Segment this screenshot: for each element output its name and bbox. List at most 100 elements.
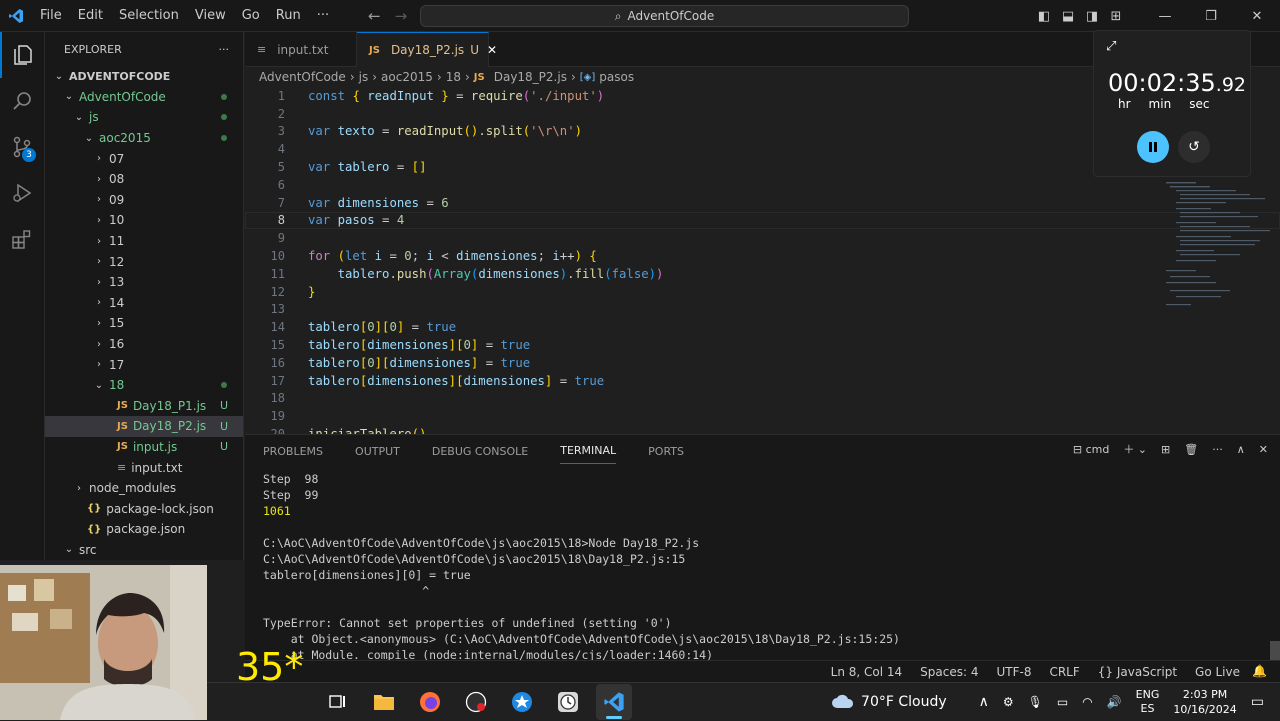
tree-item[interactable]: › 17 (45, 354, 243, 375)
panel-tab-problems[interactable]: PROBLEMS (263, 439, 323, 464)
code-line[interactable]: 8 var pasos = 4 (245, 211, 1280, 230)
tree-item[interactable]: › 16 (45, 334, 243, 355)
vscode-taskbar-icon[interactable] (596, 684, 632, 720)
expand-icon[interactable]: ⤢ (1106, 39, 1116, 54)
clock[interactable]: 2:03 PM 10/16/2024 (1173, 687, 1236, 717)
maximize-panel-icon[interactable]: ∧ (1237, 443, 1245, 456)
menu-item-view[interactable]: View (187, 8, 234, 23)
code-line[interactable]: 19 (245, 407, 1280, 425)
menu-item-edit[interactable]: Edit (70, 8, 111, 23)
tree-item[interactable]: ⌄ aoc2015 (45, 128, 243, 149)
code-line[interactable]: 11 tablero.push(Array(dimensiones).fill(… (245, 265, 1280, 283)
breadcrumb-item[interactable]: Day18_P2.js (494, 70, 567, 84)
breadcrumb-item[interactable]: 18 (446, 70, 461, 84)
microphone-icon[interactable]: 🎙 (1028, 695, 1043, 709)
menu-item-more[interactable]: ··· (309, 8, 337, 23)
code-line[interactable]: 18 (245, 390, 1280, 408)
back-arrow-icon[interactable]: ← (368, 7, 381, 25)
search-icon[interactable] (0, 78, 44, 124)
code-line[interactable]: 13 (245, 301, 1280, 319)
tab-input-txt[interactable]: ≡ input.txt (245, 32, 357, 67)
tree-item[interactable]: › 12 (45, 251, 243, 272)
firefox-icon[interactable] (412, 684, 448, 720)
tab-day18-p2[interactable]: JS Day18_P2.js U ✕ (357, 32, 497, 67)
panel-tab-terminal[interactable]: TERMINAL (560, 438, 617, 464)
new-terminal-icon[interactable]: ＋ ⌄ (1123, 441, 1147, 457)
customize-layout-icon[interactable]: ⊞ (1104, 9, 1128, 24)
tree-item[interactable]: ⌄ 18 (45, 375, 243, 396)
tree-item[interactable]: JS input.js U (45, 437, 243, 458)
task-view-icon[interactable] (320, 684, 356, 720)
pause-button[interactable] (1137, 131, 1169, 163)
terminal-shell-selector[interactable]: ⊟ cmd (1073, 443, 1109, 456)
toggle-panel-icon[interactable]: ⬓ (1056, 9, 1080, 24)
volume-icon[interactable]: 🔊 (1107, 695, 1122, 709)
tree-item[interactable]: ⌄ ADVENTOFCODE (45, 66, 243, 87)
clock-app-icon[interactable] (550, 684, 586, 720)
panel-tab-output[interactable]: OUTPUT (355, 439, 400, 464)
tray-chevron-icon[interactable]: ∧ (979, 694, 989, 710)
minimap[interactable] (1160, 180, 1270, 320)
close-panel-icon[interactable]: ✕ (1259, 443, 1268, 456)
more-icon[interactable]: ··· (1212, 443, 1223, 456)
panel-tab-debug-console[interactable]: DEBUG CONSOLE (432, 439, 528, 464)
file-explorer-icon[interactable] (366, 684, 402, 720)
command-center-search[interactable]: ⌕ AdventOfCode (420, 5, 909, 27)
tree-item[interactable]: › 10 (45, 210, 243, 231)
breadcrumb-item[interactable]: js (359, 70, 369, 84)
code-line[interactable]: 9 (245, 229, 1280, 247)
source-control-icon[interactable]: 3 (0, 124, 44, 170)
menu-item-file[interactable]: File (32, 8, 70, 23)
code-line[interactable]: 6 (245, 176, 1280, 194)
tree-item[interactable]: ≡ input.txt (45, 457, 243, 478)
restore-icon[interactable]: ❐ (1188, 9, 1234, 24)
kill-terminal-icon[interactable]: 🗑 (1184, 443, 1198, 456)
tree-item[interactable]: › 07 (45, 148, 243, 169)
minimize-icon[interactable]: — (1142, 9, 1188, 24)
tab-close-icon[interactable]: ✕ (487, 43, 497, 57)
tree-item[interactable]: › node_modules (45, 478, 243, 499)
menu-item-run[interactable]: Run (268, 8, 309, 23)
code-line[interactable]: 20 iniciarTablero() (245, 425, 1280, 434)
panel-tab-ports[interactable]: PORTS (648, 439, 684, 464)
wifi-icon[interactable]: ◠ (1082, 695, 1092, 709)
status-item[interactable]: Ln 8, Col 14 (831, 665, 903, 679)
tree-item[interactable]: JS Day18_P2.js U (45, 416, 243, 437)
tree-item[interactable]: {} package-lock.json (45, 498, 243, 519)
reset-button[interactable]: ↺ (1178, 131, 1210, 163)
code-line[interactable]: 15 tablero[dimensiones][0] = true (245, 336, 1280, 354)
extensions-icon[interactable] (0, 216, 44, 262)
tree-item[interactable]: › 11 (45, 231, 243, 252)
menu-item-selection[interactable]: Selection (111, 8, 187, 23)
tree-item[interactable]: › 09 (45, 190, 243, 211)
explorer-icon[interactable] (0, 32, 44, 78)
tree-item[interactable]: ⌄ AdventOfCode (45, 87, 243, 108)
tree-item[interactable]: ⌄ src (45, 540, 243, 560)
run-debug-icon[interactable] (0, 170, 44, 216)
code-line[interactable]: 7 var dimensiones = 6 (245, 194, 1280, 212)
tree-item[interactable]: {} package.json (45, 519, 243, 540)
tree-item[interactable]: › 08 (45, 169, 243, 190)
tray-app-icon[interactable]: ⚙ (1003, 695, 1014, 709)
toggle-sidebar-icon[interactable]: ◧ (1032, 9, 1056, 24)
close-icon[interactable]: ✕ (1234, 9, 1280, 24)
code-line[interactable]: 17 tablero[dimensiones][dimensiones] = tr… (245, 372, 1280, 390)
breadcrumb-item[interactable]: pasos (599, 70, 634, 84)
terminal-scrollbar[interactable] (1270, 641, 1280, 661)
tree-item[interactable]: › 13 (45, 272, 243, 293)
notification-center-icon[interactable]: ▭ (1251, 694, 1264, 710)
tree-item[interactable]: › 14 (45, 293, 243, 314)
breadcrumb-item[interactable]: AdventOfCode (259, 70, 346, 84)
code-line[interactable]: 10 for (let i = 0; i < dimensiones; i++) … (245, 247, 1280, 265)
obs-icon[interactable] (458, 684, 494, 720)
terminal-output[interactable]: Step 98 Step 99 1061 C:\AoC\AdventOfCode\Ad… (263, 471, 1263, 663)
tree-item[interactable]: › 15 (45, 313, 243, 334)
toggle-secondary-sidebar-icon[interactable]: ◨ (1080, 9, 1104, 24)
status-item[interactable]: Spaces: 4 (920, 665, 978, 679)
browser-app-icon[interactable] (504, 684, 540, 720)
more-actions-icon[interactable]: ··· (219, 43, 230, 56)
code-line[interactable]: 12} (245, 283, 1280, 301)
battery-icon[interactable]: ▭ (1057, 695, 1068, 709)
forward-arrow-icon[interactable]: → (395, 7, 408, 25)
status-item[interactable]: UTF-8 (996, 665, 1031, 679)
